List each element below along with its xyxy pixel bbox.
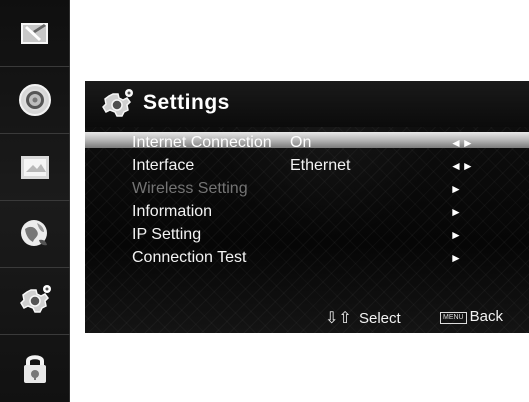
select-hint: ⇩⇧ Select (325, 308, 401, 328)
sidebar-item-monitor[interactable] (0, 0, 70, 67)
left-right-arrow-icon: ◄► (450, 136, 474, 150)
settings-gear-icon (102, 89, 133, 117)
sidebar-item-audio[interactable] (0, 67, 70, 134)
wireless-setting-row: Wireless Setting ► (85, 178, 529, 200)
sidebar-item-picture[interactable] (0, 134, 70, 201)
settings-gear-icon (20, 285, 51, 313)
interface-label: Interface (132, 157, 195, 174)
lock-icon (24, 354, 46, 383)
select-label: Select (358, 310, 401, 327)
sidebar (0, 0, 70, 402)
sidebar-item-settings[interactable] (0, 268, 70, 335)
wireless-setting-label: Wireless Setting (132, 180, 248, 197)
monitor-icon (21, 23, 48, 44)
right-arrow-icon: ► (450, 251, 462, 265)
sidebar-item-lock[interactable] (0, 335, 70, 402)
connection-test-row[interactable]: Connection Test ► (85, 247, 529, 269)
internet-connection-value: On (290, 134, 312, 151)
connection-test-label: Connection Test (132, 249, 247, 266)
internet-connection-label: Internet Connection (132, 134, 272, 151)
up-down-arrow-icon: ⇩⇧ (325, 310, 352, 327)
page-title: Settings (143, 91, 230, 114)
settings-panel: Settings Internet Connection On ◄► Inter… (85, 81, 529, 333)
information-row[interactable]: Information ► (85, 201, 529, 223)
back-label: Back (469, 308, 503, 325)
left-right-arrow-icon: ◄► (450, 159, 474, 173)
picture-icon (21, 156, 49, 179)
ip-setting-row[interactable]: IP Setting ► (85, 224, 529, 246)
ip-setting-label: IP Setting (132, 226, 202, 243)
speaker-icon (19, 84, 51, 116)
information-label: Information (132, 203, 213, 220)
right-arrow-icon: ► (450, 205, 462, 219)
interface-row[interactable]: Interface Ethernet ◄► (85, 155, 529, 177)
globe-icon (21, 220, 47, 246)
interface-value: Ethernet (290, 157, 351, 174)
right-arrow-icon: ► (450, 182, 462, 196)
back-hint[interactable]: MENU Back (440, 308, 503, 325)
sidebar-item-network[interactable] (0, 201, 70, 268)
right-arrow-icon: ► (450, 228, 462, 242)
internet-connection-row[interactable]: Internet Connection On ◄► (85, 132, 529, 154)
menu-key-icon: MENU (440, 312, 467, 324)
panel-header: Settings (85, 81, 529, 127)
